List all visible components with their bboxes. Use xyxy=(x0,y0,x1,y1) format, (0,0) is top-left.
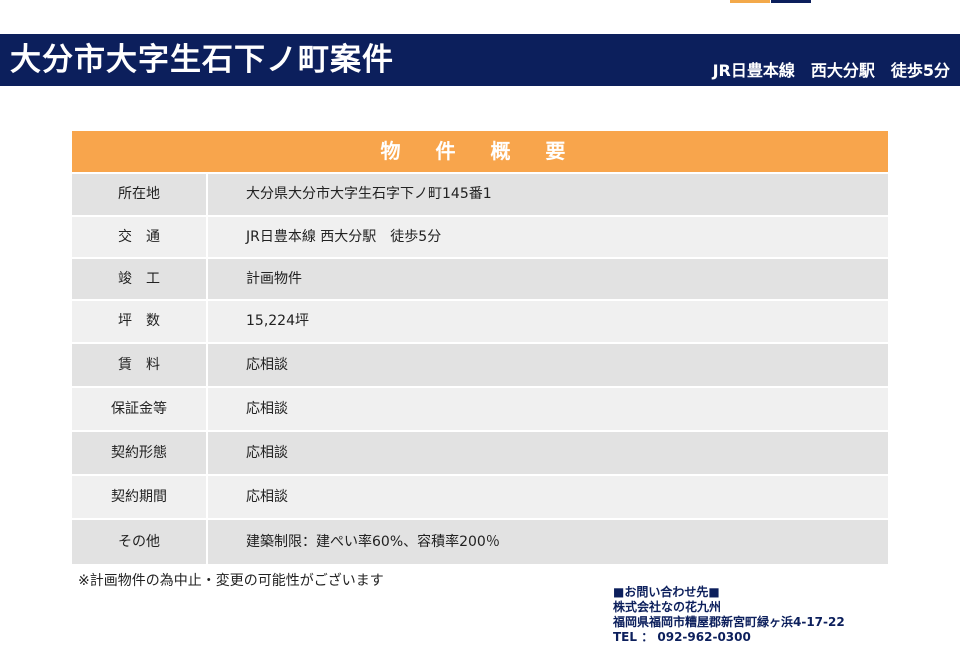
disclaimer-note: ※計画物件の為中止・変更の可能性がございます xyxy=(78,573,384,589)
table-row: 契約期間 応相談 xyxy=(72,474,888,518)
row-value: JR日豊本線 西大分駅 徒歩5分 xyxy=(246,229,442,245)
title-bar: 大分市大字生石下ノ町案件 JR日豊本線 西大分駅 徒歩5分 xyxy=(0,34,960,86)
row-label: 契約期間 xyxy=(72,476,208,518)
table-heading: 物 件 概 要 xyxy=(72,131,888,172)
row-label: 交 通 xyxy=(72,217,208,257)
row-label: 保証金等 xyxy=(72,388,208,430)
row-label: 契約形態 xyxy=(72,432,208,474)
row-label: 竣 工 xyxy=(72,259,208,299)
row-value: 計画物件 xyxy=(246,271,302,287)
row-label: 坪 数 xyxy=(72,301,208,342)
row-value: 応相談 xyxy=(246,489,288,505)
table-row: 保証金等 応相談 xyxy=(72,386,888,430)
table-row: 賃 料 応相談 xyxy=(72,342,888,386)
contact-heading: ■お問い合わせ先■ xyxy=(613,585,720,599)
table-row: 交 通 JR日豊本線 西大分駅 徒歩5分 xyxy=(72,215,888,257)
table-row: 所在地 大分県大分市大字生石字下ノ町145番1 xyxy=(72,172,888,215)
contact-tel: TEL ： 092-962-0300 xyxy=(613,630,751,644)
access-info: JR日豊本線 西大分駅 徒歩5分 xyxy=(712,61,950,80)
row-value: 応相談 xyxy=(246,401,288,417)
contact-block: ■お問い合わせ先■ 株式会社なの花九州 福岡県福岡市糟屋郡新宮町緑ヶ浜4-17-… xyxy=(613,585,845,645)
row-label: その他 xyxy=(72,520,208,564)
row-value: 建築制限：建ぺい率60%、容積率200％ xyxy=(246,534,500,550)
table-row: 坪 数 15,224坪 xyxy=(72,299,888,342)
property-overview-table: 物 件 概 要 所在地 大分県大分市大字生石字下ノ町145番1 交 通 JR日豊… xyxy=(72,131,888,564)
row-value: 応相談 xyxy=(246,445,288,461)
row-label: 賃 料 xyxy=(72,344,208,386)
row-value: 応相談 xyxy=(246,357,288,373)
contact-company: 株式会社なの花九州 xyxy=(613,600,722,614)
table-row: 契約形態 応相談 xyxy=(72,430,888,474)
logo-bars xyxy=(730,0,811,3)
row-value: 15,224坪 xyxy=(246,313,309,329)
logo-bar-navy xyxy=(771,0,811,3)
row-label: 所在地 xyxy=(72,174,208,215)
table-row: その他 建築制限：建ぺい率60%、容積率200％ xyxy=(72,518,888,564)
contact-address: 福岡県福岡市糟屋郡新宮町緑ヶ浜4-17-22 xyxy=(613,615,845,629)
page-title: 大分市大字生石下ノ町案件 xyxy=(10,42,394,78)
logo-bar-orange xyxy=(730,0,770,3)
row-value: 大分県大分市大字生石字下ノ町145番1 xyxy=(246,186,492,202)
table-row: 竣 工 計画物件 xyxy=(72,257,888,299)
